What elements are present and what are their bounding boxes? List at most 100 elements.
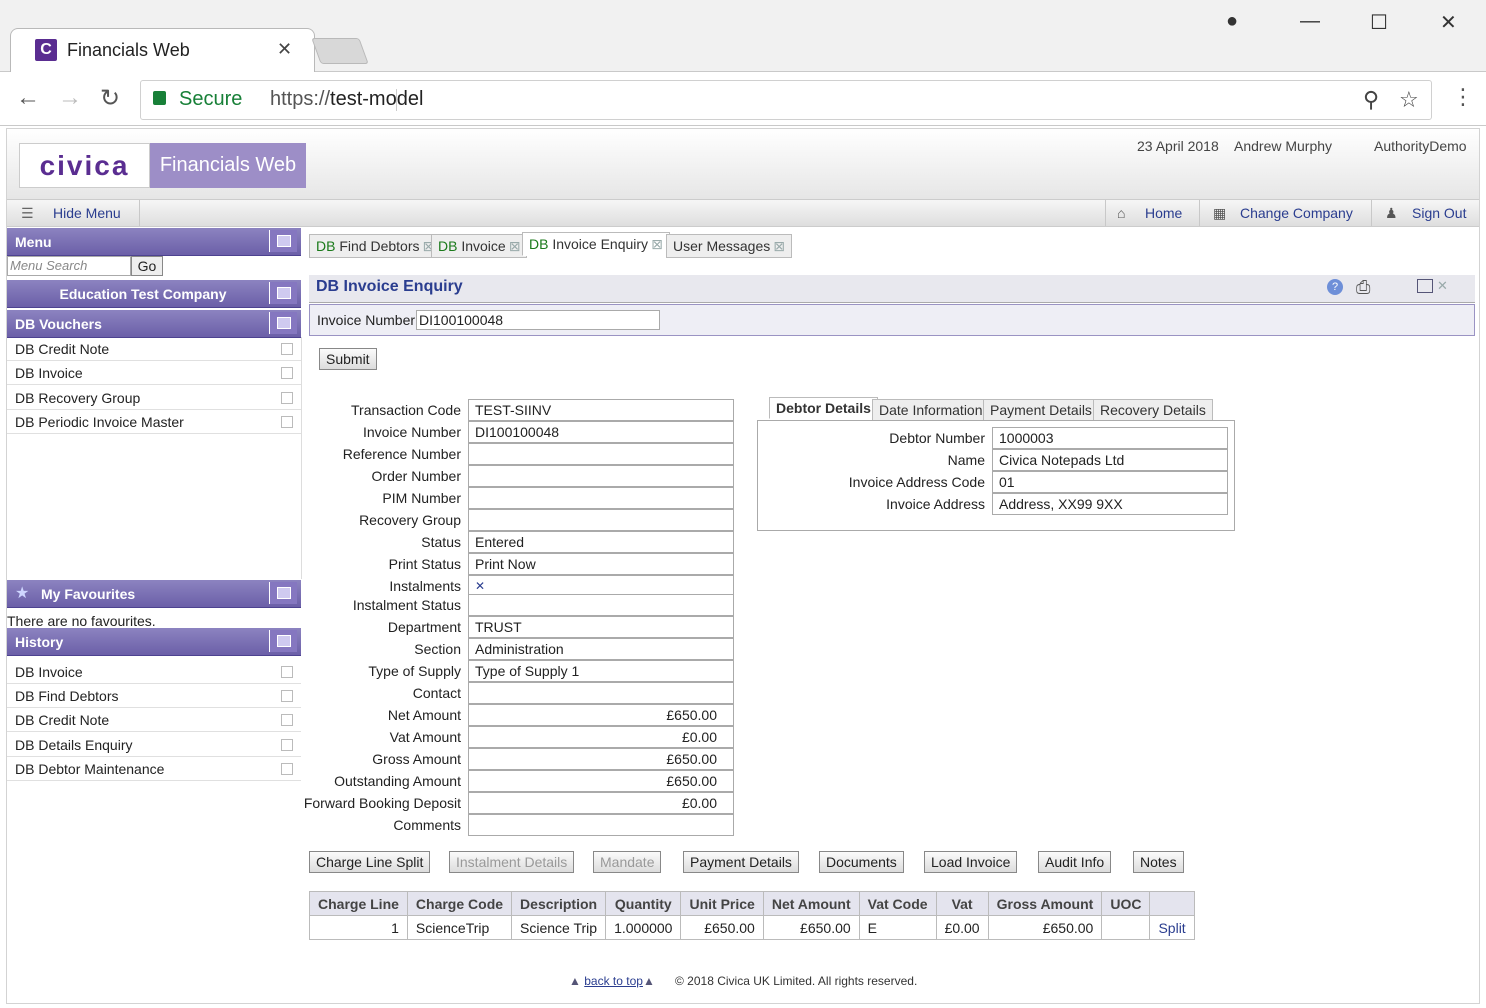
history-item-db-credit-note[interactable]: DB Credit Note <box>7 708 301 732</box>
url-bar[interactable]: Secure https://test-model ⚲ ☆ <box>140 80 1432 120</box>
submit-button[interactable]: Submit <box>319 348 377 370</box>
change-company-link[interactable]: Change Company <box>1240 205 1353 221</box>
tab-db-find-debtors[interactable]: DB Find Debtors ⊠ <box>309 234 442 258</box>
user-icon[interactable]: ♟ <box>1385 205 1398 222</box>
column-header[interactable]: Net Amount <box>762 891 860 916</box>
external-link-icon[interactable] <box>281 343 293 355</box>
home-link[interactable]: Home <box>1145 205 1182 221</box>
back-icon[interactable]: ← <box>16 84 40 112</box>
hide-menu-button[interactable]: Hide Menu <box>53 205 121 221</box>
back-to-top-link[interactable]: back to top <box>584 974 643 988</box>
form-label: Gross Amount <box>372 751 461 767</box>
panel-close-icon[interactable]: ✕ <box>1437 278 1448 294</box>
new-tab-button[interactable] <box>311 38 369 64</box>
menu-search-input[interactable]: Menu Search <box>7 256 131 276</box>
menu-search-go-button[interactable]: Go <box>131 256 163 276</box>
column-header[interactable]: UOC <box>1101 891 1151 916</box>
tab-payment-details[interactable]: Payment Details <box>983 399 1099 421</box>
sign-out-link[interactable]: Sign Out <box>1412 205 1466 221</box>
column-header[interactable]: Unit Price <box>680 891 764 916</box>
invoice-number-input[interactable]: DI100100048 <box>416 310 660 330</box>
table-cell: Science Trip <box>511 915 607 940</box>
form-label: Section <box>414 641 461 657</box>
column-header[interactable]: Charge Line <box>309 891 408 916</box>
tab-close-icon[interactable]: ⊠ <box>651 236 663 252</box>
sidebar-item-db-recovery-group[interactable]: DB Recovery Group <box>7 386 301 410</box>
browser-menu-icon[interactable]: ⋮ <box>1452 84 1474 110</box>
browser-tab[interactable]: C Financials Web ✕ <box>10 28 315 72</box>
documents-button[interactable]: Documents <box>819 851 904 873</box>
tab-db-invoice[interactable]: DB Invoice ⊠ <box>431 234 528 258</box>
payment-details-button[interactable]: Payment Details <box>683 851 799 873</box>
favourites-toggle-icon[interactable] <box>269 582 297 604</box>
table-row: 1 ScienceTrip Science Trip 1.000000 £650.00 £… <box>309 915 1195 940</box>
maximize-icon[interactable]: ☐ <box>1370 10 1388 35</box>
instalment-details-button[interactable]: Instalment Details <box>449 851 575 873</box>
tab-close-icon[interactable]: ⊠ <box>509 238 521 254</box>
sidebar-item-db-invoice[interactable]: DB Invoice <box>7 361 301 385</box>
column-header[interactable]: Description <box>511 891 607 916</box>
external-link-icon[interactable] <box>281 739 293 751</box>
external-link-icon[interactable] <box>281 714 293 726</box>
column-header[interactable]: Gross Amount <box>987 891 1103 916</box>
building-icon[interactable]: ▦ <box>1213 205 1226 222</box>
history-title: History <box>15 634 64 650</box>
tab-recovery-details[interactable]: Recovery Details <box>1093 399 1213 421</box>
vouchers-up-icon[interactable] <box>269 312 297 334</box>
column-header[interactable]: Vat Code <box>858 891 937 916</box>
up-arrow-icon: ▲ <box>569 974 581 988</box>
history-toggle-icon[interactable] <box>269 630 297 652</box>
history-item-db-invoice[interactable]: DB Invoice <box>7 660 301 684</box>
split-link[interactable]: Split <box>1149 915 1195 940</box>
company-toggle-icon[interactable] <box>269 282 297 304</box>
help-icon[interactable]: ? <box>1327 279 1343 295</box>
sidebar-item-db-credit-note[interactable]: DB Credit Note <box>7 337 301 361</box>
history-item-db-debtor-maintenance[interactable]: DB Debtor Maintenance <box>7 757 301 781</box>
back-to-top[interactable]: ▲ back to top▲ <box>569 974 655 988</box>
external-link-icon[interactable] <box>281 416 293 428</box>
external-link-icon[interactable] <box>281 392 293 404</box>
column-header[interactable]: Charge Code <box>406 891 513 916</box>
load-invoice-button[interactable]: Load Invoice <box>924 851 1018 873</box>
print-icon[interactable]: ⎙ <box>1356 277 1370 298</box>
close-window-icon[interactable]: ✕ <box>1440 10 1457 35</box>
form-label: Net Amount <box>387 707 461 723</box>
zoom-icon[interactable]: ⚲ <box>1363 87 1379 113</box>
tab-db-invoice-enquiry[interactable]: DB Invoice Enquiry ⊠ <box>522 232 670 256</box>
external-link-icon[interactable] <box>281 763 293 775</box>
audit-info-button[interactable]: Audit Info <box>1038 851 1112 873</box>
notes-button[interactable]: Notes <box>1133 851 1184 873</box>
tab-user-messages[interactable]: User Messages ⊠ <box>666 234 792 258</box>
debtor-label: Invoice Address <box>886 496 985 512</box>
sidebar-item-db-periodic-invoice-master[interactable]: DB Periodic Invoice Master <box>7 410 301 434</box>
column-header[interactable] <box>1149 891 1195 916</box>
app-window: civica Financials Web 23 April 2018 Andr… <box>6 128 1480 1004</box>
form-label: PIM Number <box>382 490 461 506</box>
forward-icon[interactable]: → <box>58 84 82 112</box>
tab-close-icon[interactable]: ⊠ <box>773 238 785 254</box>
menu-toggle-icon[interactable] <box>269 230 297 252</box>
history-item-db-find-debtors[interactable]: DB Find Debtors <box>7 684 301 708</box>
popout-icon[interactable] <box>1417 279 1433 293</box>
tab-debtor-details[interactable]: Debtor Details <box>769 397 878 419</box>
bookmark-star-icon[interactable]: ☆ <box>1399 87 1419 113</box>
external-link-icon[interactable] <box>281 367 293 379</box>
mandate-button[interactable]: Mandate <box>593 851 662 873</box>
charge-line-split-button[interactable]: Charge Line Split <box>309 851 431 873</box>
external-link-icon[interactable] <box>281 666 293 678</box>
home-icon[interactable]: ⌂ <box>1117 205 1125 221</box>
tab-date-information[interactable]: Date Information <box>872 399 990 421</box>
profile-icon[interactable]: ● <box>1226 10 1238 33</box>
form-label: Invoice Number <box>362 424 461 440</box>
table-cell: £650.00 <box>680 915 764 940</box>
reload-icon[interactable]: ↻ <box>100 84 120 113</box>
hide-menu-icon[interactable]: ☰ <box>21 205 34 222</box>
external-link-icon[interactable] <box>281 690 293 702</box>
column-header[interactable]: Vat <box>935 891 989 916</box>
form-value <box>468 814 734 836</box>
tab-close-icon[interactable]: ✕ <box>277 39 292 60</box>
minimize-icon[interactable]: — <box>1300 10 1320 33</box>
column-header[interactable]: Quantity <box>605 891 682 916</box>
history-item-db-details-enquiry[interactable]: DB Details Enquiry <box>7 733 301 757</box>
form-value: Entered <box>468 531 734 553</box>
